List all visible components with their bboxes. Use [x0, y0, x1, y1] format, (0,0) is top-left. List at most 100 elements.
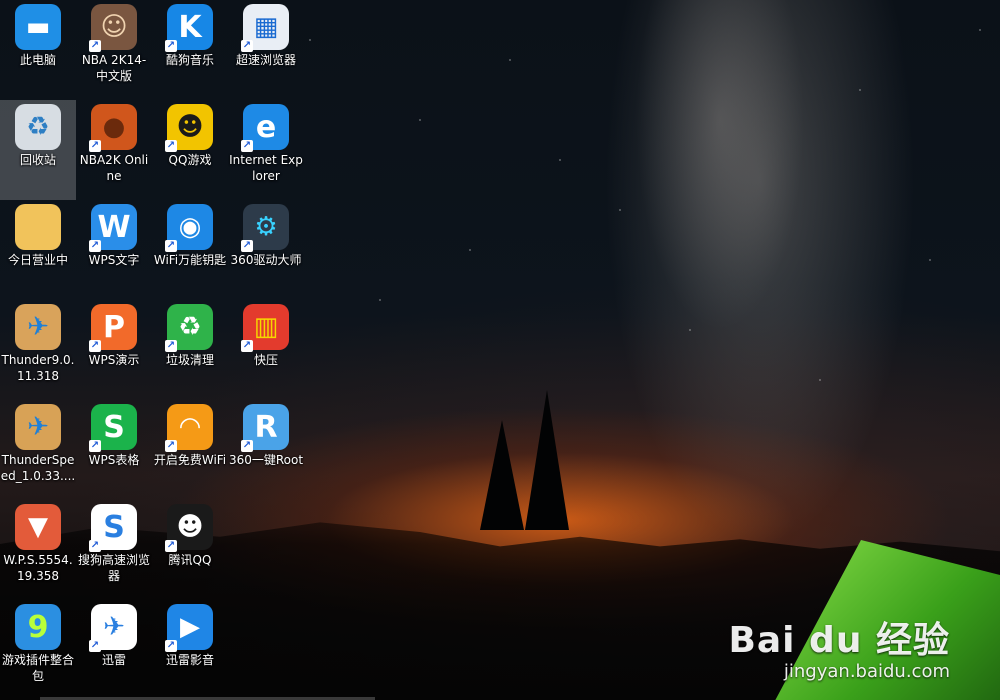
wps-presentation-icon: P ↗	[89, 304, 137, 352]
game-plugin-icon: 9	[15, 604, 61, 650]
desktop-shortcut-label: 游戏插件整合包	[1, 653, 74, 683]
desktop-shortcut-label: 快压	[253, 353, 278, 367]
wps-spreadsheet-icon: S ↗	[89, 404, 137, 452]
shortcut-arrow-icon: ↗	[89, 140, 101, 152]
desktop-shortcut-label: Internet Explorer	[229, 153, 303, 183]
desktop-shortcut[interactable]: S ↗ 搜狗高速浏览器	[76, 500, 152, 600]
desktop-shortcut[interactable]: ♻ 回收站	[0, 100, 76, 200]
desktop-shortcut[interactable]: S ↗ WPS表格	[76, 400, 152, 500]
shortcut-arrow-icon: ↗	[89, 240, 101, 252]
desktop-shortcut[interactable]: ✈ Thunder9.0.11.318	[0, 300, 76, 400]
desktop-shortcut-label: 回收站	[19, 153, 56, 167]
desktop-shortcut-label: WPS表格	[88, 453, 140, 467]
browser-window-icon: ▦ ↗	[241, 4, 289, 52]
desktop-shortcut[interactable]: P ↗ WPS演示	[76, 300, 152, 400]
shortcut-arrow-icon: ↗	[241, 440, 253, 452]
shortcut-arrow-icon: ↗	[165, 440, 177, 452]
shortcut-arrow-icon: ↗	[89, 440, 101, 452]
internet-explorer-icon: e ↗	[241, 104, 289, 152]
thunder-speed-icon: ✈	[15, 404, 61, 450]
free-wifi-icon: ◠ ↗	[165, 404, 213, 452]
desktop-shortcut-label: 搜狗高速浏览器	[77, 553, 150, 583]
shortcut-arrow-icon: ↗	[165, 640, 177, 652]
desktop-shortcut-label: WPS演示	[88, 353, 140, 367]
desktop-shortcut-label: 酷狗音乐	[165, 53, 214, 67]
recycle-bin-icon: ♻	[15, 104, 61, 150]
desktop-shortcut[interactable]: R ↗ 360一键Root	[228, 400, 304, 500]
desktop-shortcut[interactable]: ▦ ↗ 超速浏览器	[228, 0, 304, 100]
desktop-shortcut[interactable]: ▥ ↗ 快压	[228, 300, 304, 400]
computer-icon: ▬	[15, 4, 61, 50]
desktop-shortcut[interactable]: ♻ ↗ 垃圾清理	[152, 300, 228, 400]
desktop-shortcut-label: WPS文字	[88, 253, 140, 267]
shortcut-arrow-icon: ↗	[241, 140, 253, 152]
desktop-shortcut[interactable]: ✈ ↗ 迅雷	[76, 600, 152, 700]
desktop-shortcut-label: 腾讯QQ	[168, 553, 212, 567]
shortcut-arrow-icon: ↗	[241, 40, 253, 52]
shortcut-arrow-icon: ↗	[241, 340, 253, 352]
desktop-icon-grid: ▬ 此电脑 ♻ 回收站 今日营业中 ✈ Thunder9.0.11.318 ✈ ThunderS…	[0, 0, 304, 700]
desktop-shortcut[interactable]: ◠ ↗ 开启免费WiFi	[152, 400, 228, 500]
desktop-shortcut[interactable]: ☺ ↗ NBA 2K14-中文版	[76, 0, 152, 100]
kuaiya-icon: ▥ ↗	[241, 304, 289, 352]
desktop-shortcut[interactable]: ◉ ↗ WiFi万能钥匙	[152, 200, 228, 300]
qq-penguin-icon: ☻ ↗	[165, 504, 213, 552]
desktop-shortcut[interactable]: ☻ ↗ QQ游戏	[152, 100, 228, 200]
sogou-browser-icon: S ↗	[89, 504, 137, 552]
desktop-shortcut[interactable]: ▬ 此电脑	[0, 0, 76, 100]
shortcut-arrow-icon: ↗	[241, 240, 253, 252]
desktop-shortcut-label: 迅雷	[101, 653, 126, 667]
desktop-shortcut[interactable]: K ↗ 酷狗音乐	[152, 0, 228, 100]
shortcut-arrow-icon: ↗	[89, 40, 101, 52]
desktop-shortcut[interactable]: ✈ ThunderSpeed_1.0.33....	[0, 400, 76, 500]
tree-silhouette	[480, 420, 524, 530]
desktop-shortcut[interactable]: ▶ ↗ 迅雷影音	[152, 600, 228, 700]
xunlei-player-icon: ▶ ↗	[165, 604, 213, 652]
shortcut-arrow-icon: ↗	[89, 640, 101, 652]
desktop-shortcut-label: NBA2K Online	[79, 153, 149, 183]
desktop-shortcut-label: WiFi万能钥匙	[153, 253, 227, 267]
desktop-shortcut[interactable]: 9 游戏插件整合包	[0, 600, 76, 700]
desktop-shortcut[interactable]: ☻ ↗ 腾讯QQ	[152, 500, 228, 600]
desktop-shortcut[interactable]: W ↗ WPS文字	[76, 200, 152, 300]
desktop-shortcut[interactable]: ● ↗ NBA2K Online	[76, 100, 152, 200]
shortcut-arrow-icon: ↗	[165, 240, 177, 252]
desktop-shortcut-label: NBA 2K14-中文版	[81, 53, 147, 83]
shortcut-arrow-icon: ↗	[165, 40, 177, 52]
desktop-shortcut-label: W.P.S.5554.19.358	[3, 553, 73, 583]
wps-writer-icon: W ↗	[89, 204, 137, 252]
desktop-shortcut-label: 360驱动大师	[230, 253, 302, 267]
qq-game-icon: ☻ ↗	[165, 104, 213, 152]
shortcut-arrow-icon: ↗	[165, 140, 177, 152]
desktop-shortcut-label: 此电脑	[19, 53, 56, 67]
desktop-shortcut[interactable]: ▼ W.P.S.5554.19.358	[0, 500, 76, 600]
shortcut-arrow-icon: ↗	[165, 540, 177, 552]
desktop-shortcut-label: ThunderSpeed_1.0.33....	[0, 453, 76, 483]
basketball-icon: ● ↗	[89, 104, 137, 152]
folder-icon	[15, 204, 61, 250]
desktop-shortcut-label: 超速浏览器	[235, 53, 296, 67]
nba-player-icon: ☺ ↗	[89, 4, 137, 52]
watermark-logo: Bai du 经验	[728, 620, 950, 661]
driver-master-icon: ⚙ ↗	[241, 204, 289, 252]
shortcut-arrow-icon: ↗	[89, 540, 101, 552]
desktop-shortcut-label: QQ游戏	[168, 153, 212, 167]
desktop-shortcut[interactable]: ⚙ ↗ 360驱动大师	[228, 200, 304, 300]
desktop-shortcut-label: 垃圾清理	[165, 353, 214, 367]
desktop-shortcut-label: 360一键Root	[228, 453, 304, 467]
watermark-url: jingyan.baidu.com	[783, 661, 950, 682]
desktop-shortcut-label: Thunder9.0.11.318	[1, 353, 75, 383]
desktop-shortcut-label: 开启免费WiFi	[153, 453, 227, 467]
desktop-shortcut[interactable]: 今日营业中	[0, 200, 76, 300]
desktop-shortcut[interactable]: e ↗ Internet Explorer	[228, 100, 304, 200]
kugou-music-icon: K ↗	[165, 4, 213, 52]
trash-clean-icon: ♻ ↗	[165, 304, 213, 352]
shortcut-arrow-icon: ↗	[165, 340, 177, 352]
root-360-icon: R ↗	[241, 404, 289, 452]
baidu-jingyan-watermark: Bai du 经验 jingyan.baidu.com	[728, 611, 950, 682]
desktop-shortcut-label: 迅雷影音	[165, 653, 214, 667]
xunlei-icon: ✈ ↗	[89, 604, 137, 652]
wps-package-icon: ▼	[15, 504, 61, 550]
thunder-box-icon: ✈	[15, 304, 61, 350]
tree-silhouette	[525, 390, 569, 530]
